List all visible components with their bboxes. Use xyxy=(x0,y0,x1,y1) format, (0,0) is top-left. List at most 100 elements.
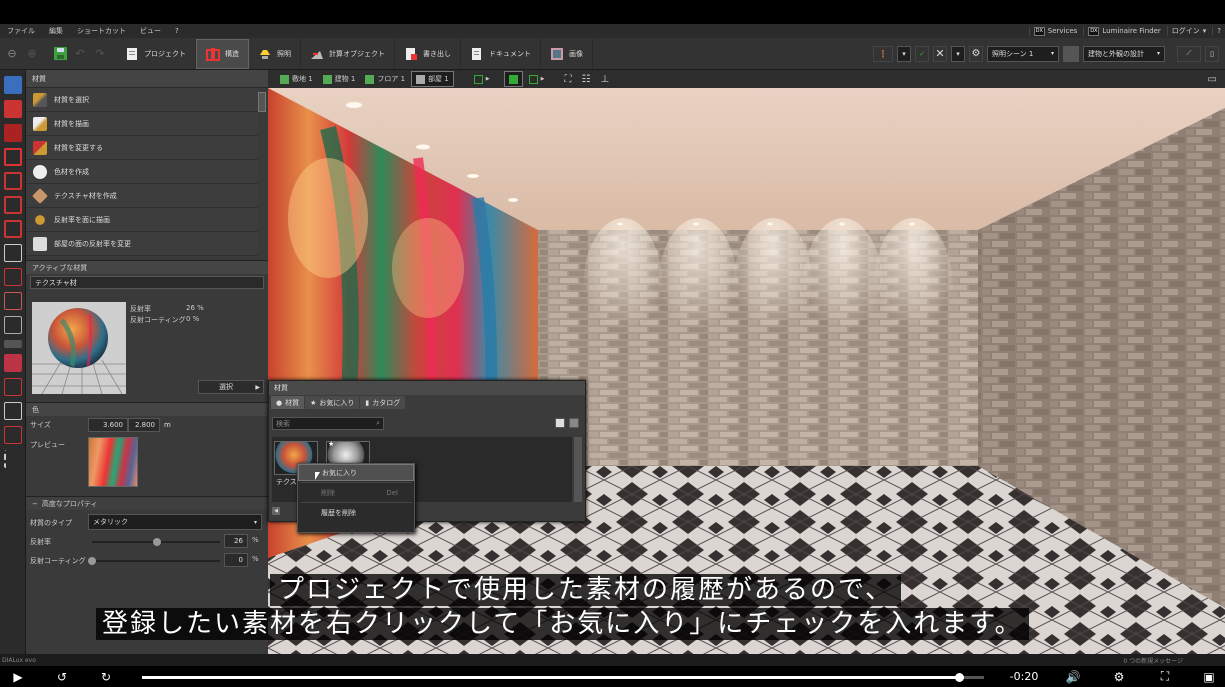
tab-materials[interactable]: ● 材質 xyxy=(271,396,305,409)
paint-reflectance-item[interactable]: 反射率を面に描画 xyxy=(26,208,258,232)
redo-icon[interactable]: ↷ xyxy=(90,44,110,64)
tab-building[interactable]: 建物 1 xyxy=(319,71,360,87)
tab-calc-objects[interactable]: 計算オブジェクト xyxy=(301,38,395,69)
tab-image[interactable]: 画像 xyxy=(541,38,593,69)
ruler-icon[interactable]: ⟋ xyxy=(1177,45,1201,62)
tab-site[interactable]: 敷地 1 xyxy=(276,71,317,87)
door-icon[interactable] xyxy=(4,196,22,214)
back-icon[interactable]: ⊖ xyxy=(2,44,22,64)
monitor-icon[interactable]: ▭ xyxy=(1204,71,1221,87)
save-icon[interactable] xyxy=(50,44,70,64)
ifc-import-icon[interactable] xyxy=(4,100,22,118)
cube-icon[interactable] xyxy=(4,244,22,262)
advanced-header[interactable]: − 高度なプロパティ xyxy=(26,496,268,510)
stair-icon[interactable] xyxy=(4,220,22,238)
chevron-down-icon[interactable]: ▾ xyxy=(897,45,911,62)
picture-in-picture-icon[interactable]: ▣ xyxy=(1200,669,1218,684)
window-icon[interactable] xyxy=(4,426,22,444)
check-icon[interactable]: ✓ xyxy=(915,45,929,62)
create-texture-item[interactable]: テクスチャ材を作成 xyxy=(26,184,258,208)
scene-edit-icon[interactable] xyxy=(1063,45,1079,62)
play-icon[interactable]: ▶ xyxy=(10,669,26,684)
tab-project[interactable]: プロジェクト xyxy=(116,38,196,69)
section-icon[interactable]: ☷ xyxy=(577,71,594,87)
reflectance-slider[interactable] xyxy=(92,538,220,546)
change-material-item[interactable]: 材質を変更する xyxy=(26,136,258,160)
dwg-import-icon[interactable] xyxy=(4,76,22,94)
slider-knob[interactable] xyxy=(88,557,96,565)
floor-icon[interactable] xyxy=(4,148,22,166)
measure-icon[interactable] xyxy=(4,450,22,468)
dialog-scrollbar[interactable] xyxy=(574,437,582,502)
object-icon[interactable] xyxy=(4,316,22,334)
paint-material-item[interactable]: 材質を描画 xyxy=(26,112,258,136)
phone-icon[interactable]: ▯ xyxy=(1205,45,1219,62)
table-icon[interactable] xyxy=(4,340,22,348)
tab-site-label: 敷地 1 xyxy=(292,75,313,83)
slider-knob[interactable] xyxy=(153,538,162,546)
services-button[interactable]: DX Services xyxy=(1028,26,1077,36)
close-icon[interactable]: ✕ xyxy=(933,45,947,62)
adv-coating-input[interactable]: 0 xyxy=(224,553,248,567)
material-type-dropdown[interactable]: メタリック ▾ xyxy=(88,514,262,530)
dialux-logo-icon: DX xyxy=(1033,26,1045,36)
cube-red-icon[interactable] xyxy=(4,268,22,286)
forward-icon[interactable]: ⊕ xyxy=(22,44,42,64)
login-button[interactable]: ログイン ▾ xyxy=(1166,26,1206,36)
select-material-item[interactable]: 材質を選択 xyxy=(26,88,258,112)
menu-shortcut[interactable]: ショートカット xyxy=(70,26,133,36)
change-room-reflectance-item[interactable]: 部屋の面の反射率を変更 xyxy=(26,232,258,256)
undo-icon[interactable]: ↶ xyxy=(70,44,90,64)
view-3d-button[interactable] xyxy=(503,71,523,87)
chevron-down-icon[interactable]: ▾ xyxy=(951,45,965,62)
coating-slider[interactable] xyxy=(88,557,220,565)
tab-construction[interactable]: 構造 xyxy=(196,38,249,69)
room-icon[interactable] xyxy=(4,172,22,190)
axis-icon[interactable]: ⊥ xyxy=(596,71,613,87)
building-icon[interactable] xyxy=(4,124,22,142)
luminaire-select-icon[interactable]: ┇ xyxy=(873,45,893,62)
mode-dropdown[interactable]: 建物と外観の設計 ▾ xyxy=(1083,45,1165,62)
volume-icon[interactable]: 🔊 xyxy=(1064,669,1082,684)
grid-view-icon[interactable] xyxy=(569,418,579,428)
luminaire-finder-button[interactable]: DX Luminaire Finder xyxy=(1083,26,1161,36)
zoom-fit-icon[interactable]: ⛶ xyxy=(560,71,575,87)
dialog-search-input[interactable]: 検索 ⌕ xyxy=(272,417,384,430)
view-wire-button[interactable]: ▶ xyxy=(525,71,549,87)
size-width-input[interactable]: 3.600 xyxy=(88,418,128,432)
fullscreen-icon[interactable]: ⛶ xyxy=(1156,669,1174,684)
menu-help[interactable]: ? xyxy=(168,27,186,35)
panel-scrollbar[interactable] xyxy=(258,92,266,112)
progress-bar[interactable] xyxy=(142,673,984,682)
select-button[interactable]: 選択 ▶ xyxy=(198,380,264,394)
gear-icon[interactable]: ⚙ xyxy=(1110,669,1128,684)
message-count-label[interactable]: 0 つの新規メッセージ xyxy=(1123,656,1183,665)
tab-favorites[interactable]: ★ お気に入り xyxy=(305,396,360,409)
tab-floor[interactable]: フロア 1 xyxy=(361,71,409,87)
context-clear-history-item[interactable]: 履歴を削除 xyxy=(298,504,414,521)
material-icon[interactable] xyxy=(4,354,22,372)
menu-view[interactable]: ビュー xyxy=(133,26,168,36)
create-color-item[interactable]: 色材を作成 xyxy=(26,160,258,184)
menu-edit[interactable]: 編集 xyxy=(42,26,70,36)
tab-lighting[interactable]: 照明 xyxy=(249,38,301,69)
tab-document[interactable]: ドキュメント xyxy=(461,38,541,69)
forward-10-icon[interactable]: ↻ xyxy=(96,669,116,684)
progress-knob[interactable] xyxy=(954,673,964,682)
help-icon[interactable]: ? xyxy=(1212,27,1221,35)
door-panel-icon[interactable] xyxy=(4,402,22,420)
tab-room[interactable]: 部屋 1 xyxy=(411,71,454,87)
menu-file[interactable]: ファイル xyxy=(0,26,42,36)
size-height-input[interactable]: 2.800 xyxy=(128,418,160,432)
list-view-icon[interactable] xyxy=(555,418,565,428)
tab-export[interactable]: 書き出し xyxy=(395,38,461,69)
cube-outline-icon[interactable] xyxy=(4,292,22,310)
view-2d-button[interactable]: ▶ xyxy=(470,71,494,87)
adv-reflectance-input[interactable]: 26 xyxy=(224,534,248,548)
text-icon[interactable] xyxy=(4,378,22,396)
rewind-10-icon[interactable]: ↺ xyxy=(52,669,72,684)
gear-icon[interactable]: ⚙ xyxy=(969,45,983,62)
tab-catalog[interactable]: ▮ カタログ xyxy=(360,396,406,409)
scene-dropdown[interactable]: 照明シーン 1 ▾ xyxy=(987,45,1059,62)
scroll-left-icon[interactable]: ◀ xyxy=(272,507,280,515)
